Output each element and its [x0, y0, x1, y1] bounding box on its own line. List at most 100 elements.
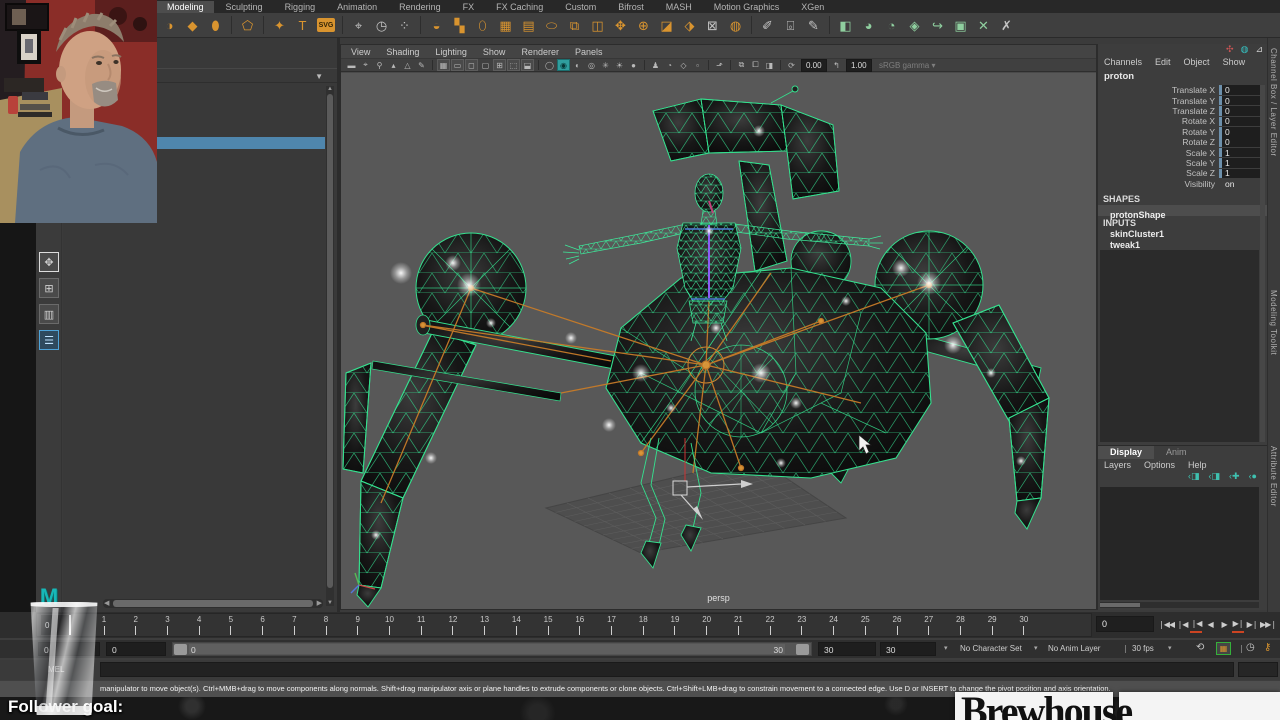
2d-pan-zoom-icon[interactable]: ✎: [415, 59, 428, 71]
wireframe-spider-mech-model[interactable]: [341, 73, 1096, 609]
uv-editor-icon[interactable]: ▣: [949, 14, 972, 36]
poly-cylinder-icon[interactable]: ⬮: [204, 14, 227, 36]
timeline-frame-13[interactable]: 13: [473, 615, 497, 635]
wireframe-icon[interactable]: ◯: [543, 59, 556, 71]
uv-sew-icon[interactable]: ✗: [995, 14, 1018, 36]
side-tab-channel-box-layer-editor[interactable]: Channel Box / Layer Editor: [1269, 48, 1278, 157]
layer-menu-layers[interactable]: Layers: [1104, 460, 1131, 470]
mirror-icon[interactable]: ⧉: [563, 14, 586, 36]
timeline-frame-6[interactable]: 6: [251, 615, 275, 635]
film-gate-icon[interactable]: ▭: [451, 59, 464, 71]
layout-two-pane-button[interactable]: ▥: [39, 304, 59, 324]
image-plane-icon[interactable]: △: [401, 59, 414, 71]
sphere-project-icon[interactable]: ◍: [724, 14, 747, 36]
separate-icon[interactable]: ⬯: [471, 14, 494, 36]
shelf-tab-animation[interactable]: Animation: [327, 1, 387, 13]
viewport-menu-view[interactable]: View: [351, 47, 370, 57]
scrollbar-thumb[interactable]: [327, 94, 333, 588]
speed-graph-icon[interactable]: ⊿: [1255, 44, 1263, 55]
viewport-menu-panels[interactable]: Panels: [575, 47, 603, 57]
perspective-viewport[interactable]: View Shading Lighting Show Renderer Panels ▬ ⌖…: [340, 44, 1097, 610]
grid-toggle-icon[interactable]: ▦: [437, 59, 450, 71]
channel-value-field[interactable]: on: [1219, 179, 1261, 189]
scroll-down-icon[interactable]: ▼: [326, 600, 334, 606]
layer-menu-help[interactable]: Help: [1188, 460, 1207, 470]
xray-icon[interactable]: ⬏: [713, 59, 726, 71]
layer-list[interactable]: [1100, 487, 1259, 600]
viewport-3d-view[interactable]: persp: [341, 73, 1096, 609]
time-slider[interactable]: 0 12345678910111213141516171819202122232…: [0, 612, 1280, 638]
combine-icon[interactable]: ▚: [448, 14, 471, 36]
shaded-wireframe-icon[interactable]: ◉: [557, 59, 570, 71]
layer-tab-display[interactable]: Display: [1098, 446, 1155, 459]
time-preferences-icon[interactable]: ◷: [1246, 642, 1255, 653]
step-forward-key-button[interactable]: ▶❘: [1232, 615, 1244, 633]
channel-value-field[interactable]: 0: [1219, 116, 1261, 126]
timeline-frame-10[interactable]: 10: [377, 615, 401, 635]
bookmark-icon[interactable]: ▴: [387, 59, 400, 71]
new-empty-layer-icon[interactable]: ‹◨: [1188, 471, 1200, 484]
outliner-vertical-scrollbar[interactable]: ▲ ▼: [326, 86, 334, 606]
timeline-frame-15[interactable]: 15: [536, 615, 560, 635]
range-end-field[interactable]: 30: [818, 642, 876, 656]
channel-value-field[interactable]: 0: [1219, 106, 1261, 116]
shelf-tab-mash[interactable]: MASH: [656, 1, 702, 13]
play-backwards-button[interactable]: ◀: [1204, 615, 1216, 633]
motion-blur-icon[interactable]: ♟: [649, 59, 662, 71]
isolate-select-icon[interactable]: ▫: [691, 59, 704, 71]
scroll-right-icon[interactable]: ▶: [317, 599, 322, 608]
shadows-icon[interactable]: ☀: [613, 59, 626, 71]
safe-action-icon[interactable]: ⬚: [507, 59, 520, 71]
lock-camera-icon[interactable]: ⌖: [359, 59, 372, 71]
shelf-tab-rendering[interactable]: Rendering: [389, 1, 451, 13]
channel-value-field[interactable]: 0: [1219, 96, 1261, 106]
timeline-frame-8[interactable]: 8: [314, 615, 338, 635]
shelf-tab-rigging[interactable]: Rigging: [275, 1, 326, 13]
viewport-menu-renderer[interactable]: Renderer: [521, 47, 559, 57]
shelf-tab-fx[interactable]: FX: [453, 1, 485, 13]
depth-of-field-icon[interactable]: ◇: [677, 59, 690, 71]
scroll-up-icon[interactable]: ▲: [326, 86, 334, 92]
timeline-frame-5[interactable]: 5: [219, 615, 243, 635]
layout-outliner-persp-button[interactable]: ☰: [39, 330, 59, 350]
uv-cylindrical-icon[interactable]: ◈: [903, 14, 926, 36]
fill-hole-icon[interactable]: ▦: [494, 14, 517, 36]
poly-sphere-icon[interactable]: ◑: [158, 14, 181, 36]
animation-end-field[interactable]: 30: [880, 642, 936, 656]
separate-view-icon[interactable]: ⧉: [735, 59, 748, 71]
target-weld-icon[interactable]: ⊠: [701, 14, 724, 36]
shelf-tab-bifrost[interactable]: Bifrost: [608, 1, 654, 13]
shelf-tab-modeling[interactable]: Modeling: [157, 0, 214, 13]
timeline-frame-21[interactable]: 21: [726, 615, 750, 635]
uv-camera-icon[interactable]: ◔: [880, 14, 903, 36]
resolution-gate-icon[interactable]: ◻: [465, 59, 478, 71]
timeline-frame-9[interactable]: 9: [346, 615, 370, 635]
timeline-frame-25[interactable]: 25: [853, 615, 877, 635]
channel-value-field[interactable]: 1: [1219, 158, 1261, 168]
scroll-left-icon[interactable]: ◀: [104, 599, 109, 608]
construction-plane-icon[interactable]: ⌖: [347, 14, 370, 36]
timeline-frame-7[interactable]: 7: [282, 615, 306, 635]
camera-attributes-icon[interactable]: ⚲: [373, 59, 386, 71]
selected-object-name[interactable]: proton: [1104, 71, 1134, 82]
viewport-menu-lighting[interactable]: Lighting: [435, 47, 467, 57]
hyperbolic-spline-icon[interactable]: ◍: [1241, 44, 1249, 55]
field-chart-icon[interactable]: ⊞: [493, 59, 506, 71]
bridge-icon[interactable]: ✥: [609, 14, 632, 36]
channel-box-menu-object[interactable]: Object: [1184, 57, 1210, 67]
channel-value-field[interactable]: 1: [1219, 148, 1261, 158]
timeline-frame-11[interactable]: 11: [409, 615, 433, 635]
play-forwards-button[interactable]: ▶: [1218, 615, 1230, 633]
timeline-frame-2[interactable]: 2: [124, 615, 148, 635]
safe-title-icon[interactable]: ⬓: [521, 59, 534, 71]
anim-layer-chevron[interactable]: ▾: [1034, 644, 1038, 652]
channel-box-menu-show[interactable]: Show: [1223, 57, 1246, 67]
step-forward-frame-button[interactable]: ▶❘: [1246, 615, 1259, 633]
uv-auto-icon[interactable]: ◕: [857, 14, 880, 36]
channel-value-field[interactable]: 0: [1219, 127, 1261, 137]
shaded-icon[interactable]: ◐: [571, 59, 584, 71]
timeline-frame-23[interactable]: 23: [790, 615, 814, 635]
loop-playback-icon[interactable]: ⟲: [1196, 642, 1204, 653]
animation-preferences-icon[interactable]: ▦: [1216, 642, 1231, 655]
gamma-icon[interactable]: ↰: [830, 59, 843, 71]
